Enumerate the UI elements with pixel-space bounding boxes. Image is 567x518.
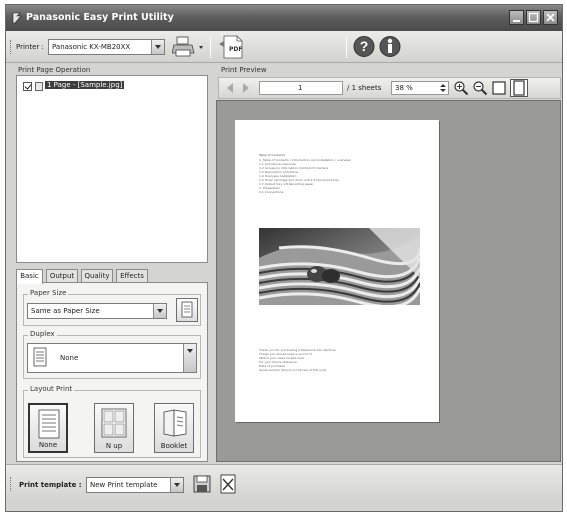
svg-text:?: ? [360,38,369,54]
layout-nup-label: N up [105,442,123,450]
toolbar-grip[interactable] [10,40,13,54]
duplex-none-icon [33,347,47,367]
print-template-select[interactable]: New Print template [86,477,184,493]
previous-page-button[interactable] [223,81,237,95]
print-template-label: Print template : [19,481,82,489]
chevron-down-icon[interactable] [170,478,183,492]
tab-effects[interactable]: Effects [116,269,148,283]
paper-size-details-button[interactable] [176,298,198,322]
preview-area[interactable]: Table of Contents 1. Table of Contents /… [216,100,561,462]
zoom-in-icon [454,81,469,96]
n-up-icon [101,408,127,438]
info-icon [379,36,401,57]
next-page-button[interactable] [239,81,253,95]
delete-template-button[interactable] [217,473,239,495]
save-pdf-button[interactable]: PDF [218,35,246,59]
arrow-right-icon [243,83,249,93]
preview-doc-heading: Table of Contents [259,153,286,157]
basic-tab-panel: Paper Size Same as Paper Size Duplex Non… [16,282,208,462]
zoom-out-icon [473,81,488,96]
maximize-button[interactable] [526,10,541,25]
toolbar-separator [346,36,347,58]
duplex-group: Duplex None [23,330,201,379]
app-logo-icon [12,12,22,24]
pdf-label: PDF [229,46,243,53]
print-button[interactable] [171,35,206,59]
layout-print-title: Layout Print [28,385,75,393]
paper-size-select[interactable]: Same as Paper Size [27,303,167,319]
booklet-icon [163,409,187,437]
page-checkbox[interactable] [23,82,32,91]
paper-size-group: Paper Size Same as Paper Size [23,289,201,326]
fit-width-icon [492,81,506,95]
delete-document-icon [220,474,236,494]
save-icon [193,475,211,493]
preview-doc-line: Serial number (found on the rear of the … [259,368,327,372]
single-page-icon [38,409,60,439]
page-number-value: 1 [298,84,303,92]
app-window: Panasonic Easy Print Utility Printer : P… [5,4,563,512]
title-bar[interactable]: Panasonic Easy Print Utility [6,5,562,31]
layout-nup-button[interactable]: N up [94,403,134,453]
layout-print-group: Layout Print None N up Booklet [23,385,201,458]
arrow-left-icon [227,83,233,93]
paper-icon [181,301,193,318]
printer-label: Printer : [16,43,44,51]
print-template-value: New Print template [90,481,158,489]
tab-output[interactable]: Output [46,269,78,283]
maximize-icon [528,12,539,23]
page-icon [35,82,43,91]
main-toolbar: Printer : Panasonic KX-MB20XX PDF ? [6,31,562,63]
preview-page: Table of Contents 1. Table of Contents /… [235,120,439,422]
help-button[interactable]: ? [353,35,375,58]
print-page-operation-title: Print Page Operation [18,66,91,74]
preview-toolbar: 1 / 1 sheets 38 % [218,77,561,99]
printer-select-value: Panasonic KX-MB20XX [52,43,131,51]
chevron-down-icon[interactable] [153,304,166,318]
template-bar: Print template : New Print template [6,464,562,502]
zoom-spinner-icon[interactable] [439,83,447,93]
template-bar-grip[interactable] [10,477,13,491]
minimize-icon [513,20,520,22]
page-item-label[interactable]: 1 Page - [Sample.jpg] [45,81,125,89]
duplex-select[interactable]: None [27,343,197,373]
layout-booklet-label: Booklet [160,442,188,450]
fit-width-button[interactable] [491,80,507,96]
layout-none-label: None [38,441,58,449]
info-button[interactable] [379,35,401,58]
printer-select[interactable]: Panasonic KX-MB20XX [48,39,165,55]
close-icon [546,13,555,22]
paper-size-value: Same as Paper Size [31,307,100,315]
sheets-label: / 1 sheets [347,84,382,92]
chevron-down-icon[interactable] [151,40,164,54]
tab-basic[interactable]: Basic [16,269,43,284]
chevron-down-icon[interactable] [183,344,196,372]
print-icon [171,36,203,57]
zoom-value: 38 % [395,84,413,92]
minimize-button[interactable] [509,10,524,25]
page-list[interactable]: 1 Page - [Sample.jpg] [16,75,208,263]
duplex-value: None [60,354,79,362]
fit-page-button[interactable] [510,79,528,97]
paper-size-title: Paper Size [28,289,69,297]
zoom-in-button[interactable] [453,80,469,96]
close-button[interactable] [543,10,558,25]
toolbar-separator [210,36,211,58]
window-title: Panasonic Easy Print Utility [26,12,174,23]
print-preview-title: Print Preview [221,66,267,74]
preview-doc-line: 2.1 Connections [259,190,284,194]
page-number-input[interactable]: 1 [259,81,343,95]
zoom-select[interactable]: 38 % [391,81,449,95]
zoom-out-button[interactable] [472,80,488,96]
save-template-button[interactable] [191,473,213,495]
duplex-title: Duplex [28,330,57,338]
tab-quality[interactable]: Quality [81,269,113,283]
fit-page-icon [513,80,525,96]
layout-none-button[interactable]: None [28,403,68,453]
preview-photo [259,228,420,305]
layout-booklet-button[interactable]: Booklet [154,403,194,453]
help-icon: ? [353,36,375,57]
